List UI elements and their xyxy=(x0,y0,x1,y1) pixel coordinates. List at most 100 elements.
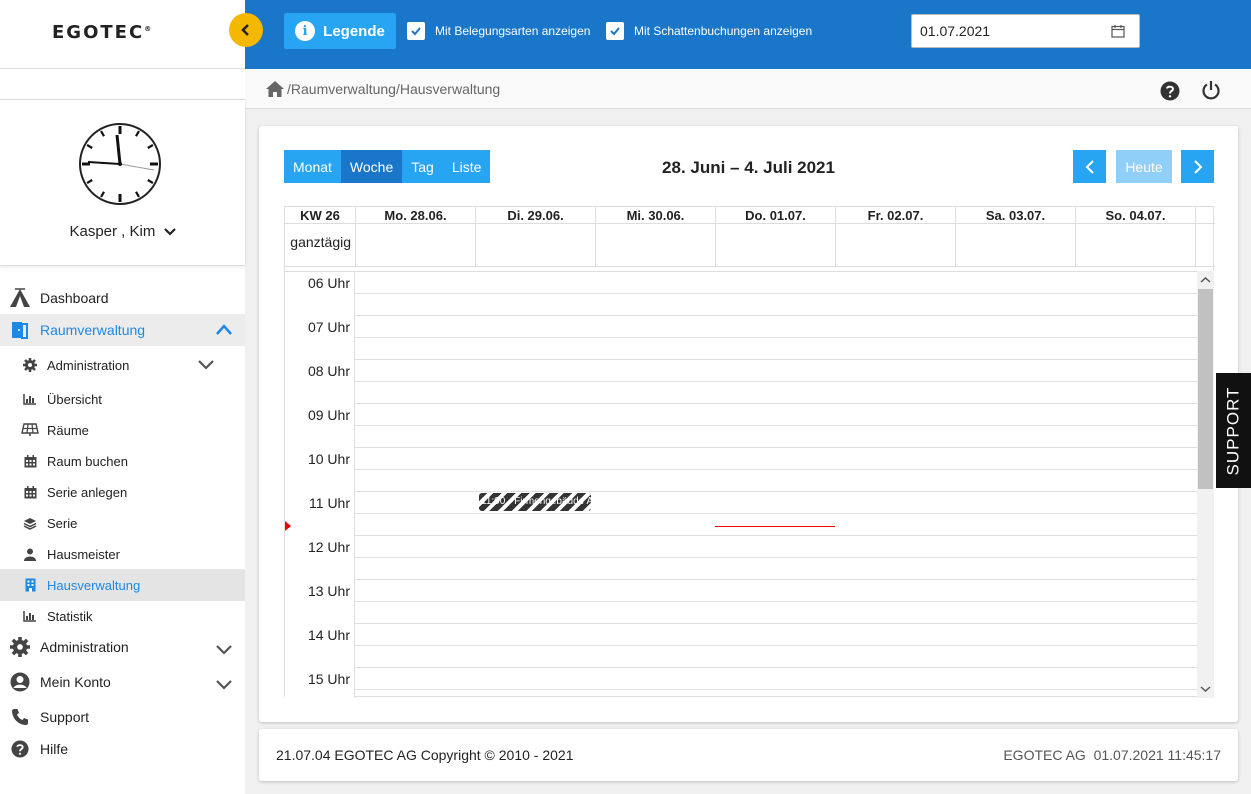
building-icon xyxy=(13,578,47,592)
day-header-row: KW 26 Mo. 28.06. Di. 29.06. Mi. 30.06. D… xyxy=(285,207,1215,224)
nav-dashboard[interactable]: Dashboard xyxy=(0,282,245,314)
calendar-event[interactable]: 11:00 - Firmengebäude A xyxy=(479,493,591,511)
hour-label: 07 Uhr xyxy=(285,316,355,338)
nav-dashboard-label: Dashboard xyxy=(40,290,109,306)
nav-sub-serie[interactable]: Serie xyxy=(0,507,245,539)
calendar-icon[interactable] xyxy=(1111,24,1125,38)
date-field[interactable]: 01.07.2021 xyxy=(911,14,1140,48)
nav-sub-uebersicht[interactable]: Übersicht xyxy=(0,383,245,415)
footer-copyright: 21.07.04 EGOTEC AG Copyright © 2010 - 20… xyxy=(276,747,574,763)
view-list-button[interactable]: Liste xyxy=(442,150,491,183)
allday-cell[interactable] xyxy=(476,224,596,267)
allday-cell[interactable] xyxy=(716,224,836,267)
breadcrumb: /Raumverwaltung/Hausverwaltung xyxy=(265,80,500,98)
footer-timestamp: EGOTEC AG 01.07.2021 11:45:17 xyxy=(1003,747,1221,763)
nav-sub-raeume-label: Räume xyxy=(47,422,89,438)
collapse-sidebar-button[interactable] xyxy=(229,13,263,47)
hour-label: 08 Uhr xyxy=(285,360,355,382)
allday-cell[interactable] xyxy=(956,224,1076,267)
clock-panel: Kasper , Kim xyxy=(0,99,245,266)
day-header: Mo. 28.06. xyxy=(356,207,476,224)
today-button[interactable]: Heute xyxy=(1116,150,1172,183)
breadcrumb-bar: /Raumverwaltung/Hausverwaltung xyxy=(245,69,1251,109)
legend-button[interactable]: i Legende xyxy=(284,13,396,49)
hour-label: 11 Uhr xyxy=(285,492,355,514)
chevron-down-icon xyxy=(216,645,232,655)
help-icon[interactable] xyxy=(1160,81,1180,101)
checkbox-schattenbuchungen[interactable]: Mit Schattenbuchungen anzeigen xyxy=(606,22,812,40)
allday-cell[interactable] xyxy=(356,224,476,267)
allday-cell[interactable] xyxy=(596,224,716,267)
checkbox-belegungsarten[interactable]: Mit Belegungsarten anzeigen xyxy=(407,22,590,40)
hour-label: 06 Uhr xyxy=(285,272,355,294)
nav-sub-hausverwaltung[interactable]: Hausverwaltung xyxy=(0,569,245,601)
nav-sub-administration[interactable]: Administration xyxy=(0,349,245,381)
nav-support[interactable]: Support xyxy=(0,701,245,733)
egotec-logo: EGOTEC® xyxy=(52,22,154,43)
scroll-down-icon[interactable] xyxy=(1197,682,1214,696)
support-tab-label: SUPPORT xyxy=(1223,386,1243,475)
solar-panel-icon xyxy=(13,423,47,437)
time-grid[interactable]: 06 Uhr 07 Uhr 08 Uhr 09 Uhr 10 Uhr 11 Uh… xyxy=(285,271,1197,698)
sidebar: Kasper , Kim Dashboard Raumverwaltung Ad… xyxy=(0,69,245,794)
scrollbar-thumb[interactable] xyxy=(1198,289,1213,489)
view-day-button[interactable]: Tag xyxy=(402,150,443,183)
hour-label: 14 Uhr xyxy=(285,624,355,646)
prev-week-button[interactable] xyxy=(1073,150,1106,183)
chevron-left-icon xyxy=(1085,159,1094,174)
week-grid: KW 26 Mo. 28.06. Di. 29.06. Mi. 30.06. D… xyxy=(284,206,1215,698)
allday-row: ganztägig xyxy=(285,224,1215,267)
view-switcher: Monat Woche Tag Liste xyxy=(284,150,491,183)
nav-sub-serie-label: Serie xyxy=(47,515,78,531)
week-number: KW 26 xyxy=(285,207,356,224)
help-icon xyxy=(0,740,40,758)
calendar-card: 28. Juni – 4. Juli 2021 Monat Woche Tag … xyxy=(259,126,1238,722)
day-header: Mi. 30.06. xyxy=(596,207,716,224)
scrollbar[interactable] xyxy=(1197,271,1214,698)
breadcrumb-path[interactable]: /Raumverwaltung/Hausverwaltung xyxy=(287,81,500,97)
view-month-button[interactable]: Monat xyxy=(284,150,341,183)
bar-chart-icon xyxy=(13,610,47,622)
support-tab[interactable]: SUPPORT xyxy=(1216,373,1251,488)
view-week-button[interactable]: Woche xyxy=(340,150,403,183)
checkbox-belegungsarten-label: Mit Belegungsarten anzeigen xyxy=(435,24,591,38)
chevron-up-icon xyxy=(216,324,232,335)
next-week-button[interactable] xyxy=(1181,150,1214,183)
nav-sub-raum-buchen[interactable]: Raum buchen xyxy=(0,445,245,477)
nav-sub-administration-label: Administration xyxy=(47,357,130,373)
nav-sub-uebersicht-label: Übersicht xyxy=(47,391,102,407)
allday-cell[interactable] xyxy=(1076,224,1196,267)
nav-sub-statistik[interactable]: Statistik xyxy=(0,600,245,632)
nav-mein-konto[interactable]: Mein Konto xyxy=(0,666,245,698)
chevron-down-icon xyxy=(216,680,232,690)
current-time-arrow xyxy=(285,521,291,531)
nav-sub-hausverwaltung-label: Hausverwaltung xyxy=(47,577,141,593)
power-icon[interactable] xyxy=(1201,80,1221,100)
allday-cell[interactable] xyxy=(836,224,956,267)
hour-label: 13 Uhr xyxy=(285,580,355,602)
day-header: Fr. 02.07. xyxy=(836,207,956,224)
nav-administration[interactable]: Administration xyxy=(0,631,245,663)
chevron-left-icon xyxy=(241,24,249,36)
legend-label: Legende xyxy=(323,22,385,40)
gear-icon xyxy=(13,358,47,372)
home-icon[interactable] xyxy=(265,80,285,98)
calendar-icon xyxy=(13,454,47,468)
nav-sub-hausmeister-label: Hausmeister xyxy=(47,546,120,562)
allday-label: ganztägig xyxy=(285,224,356,267)
scroll-up-icon[interactable] xyxy=(1197,273,1214,287)
user-menu[interactable]: Kasper , Kim xyxy=(0,223,245,240)
nav-hilfe[interactable]: Hilfe xyxy=(0,733,245,765)
day-header: Di. 29.06. xyxy=(476,207,596,224)
info-icon: i xyxy=(295,21,316,41)
analog-clock xyxy=(79,123,161,205)
day-header: Sa. 03.07. xyxy=(956,207,1076,224)
checkbox-checked-icon xyxy=(407,22,425,40)
nav-sub-raeume[interactable]: Räume xyxy=(0,414,245,446)
door-icon xyxy=(0,320,40,340)
nav-sub-serie-anlegen[interactable]: Serie anlegen xyxy=(0,476,245,508)
nav-raumverwaltung[interactable]: Raumverwaltung xyxy=(0,314,245,346)
bar-chart-icon xyxy=(13,393,47,405)
nav-sub-hausmeister[interactable]: Hausmeister xyxy=(0,538,245,570)
nav-raumverwaltung-label: Raumverwaltung xyxy=(40,322,146,338)
